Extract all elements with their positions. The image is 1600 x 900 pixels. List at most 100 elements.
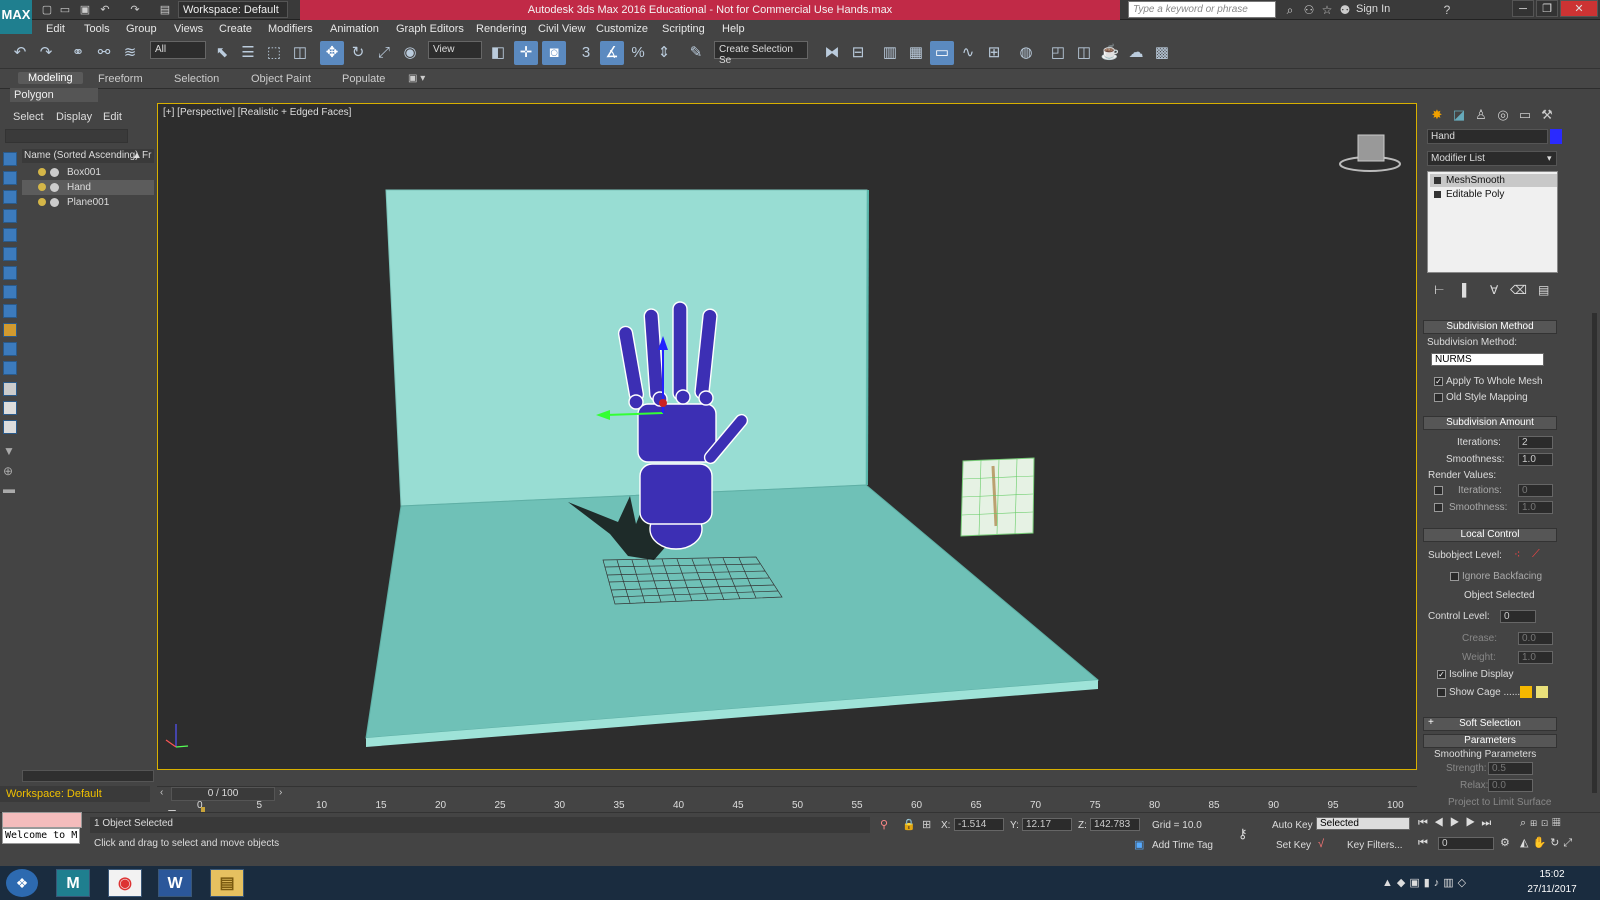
go-to-start-icon[interactable]: ⏮ xyxy=(1418,817,1434,829)
workspace-dropdown[interactable]: Workspace: Default xyxy=(178,1,288,18)
pan-icon[interactable]: ✋ xyxy=(1532,837,1550,849)
scene-explorer-toggle-icon[interactable]: ▦ xyxy=(904,41,928,65)
file-explorer-taskbar-icon[interactable]: ▤ xyxy=(210,869,244,897)
chrome-taskbar-icon[interactable]: ◉ xyxy=(108,869,142,897)
timeline-prev-icon[interactable]: ‹ xyxy=(160,787,163,798)
time-configuration-icon[interactable]: ⚙ xyxy=(1500,836,1510,849)
modifier-list-dropdown[interactable]: Modifier List xyxy=(1427,151,1557,166)
menu-scripting[interactable]: Scripting xyxy=(662,23,705,35)
redo-quick-icon[interactable]: ↷ xyxy=(128,3,142,17)
menu-create[interactable]: Create xyxy=(219,23,252,35)
prev-frame-icon[interactable]: ◀ xyxy=(1434,817,1450,829)
motion-tab-icon[interactable]: ◎ xyxy=(1494,106,1512,124)
light-bulb-icon[interactable] xyxy=(38,198,46,207)
set-key-filter-icon[interactable]: √ xyxy=(1318,838,1324,850)
zoom-all-icon[interactable]: ⊞ xyxy=(1530,817,1541,829)
open-file-icon[interactable]: ▭ xyxy=(58,3,72,17)
old-style-mapping-checkbox[interactable] xyxy=(1434,393,1443,402)
select-manipulate-icon[interactable]: ✛ xyxy=(514,41,538,65)
menu-edit[interactable]: Edit xyxy=(46,23,65,35)
zoom-extents-icon[interactable]: ⊡ xyxy=(1541,817,1552,829)
hierarchy-tab-icon[interactable]: ♙ xyxy=(1472,106,1490,124)
show-cage-checkbox[interactable] xyxy=(1437,688,1446,697)
timeline-next-icon[interactable]: › xyxy=(279,787,282,798)
rollout-subdivision-method[interactable]: Subdivision Method xyxy=(1423,320,1557,334)
keyboard-shortcut-override-icon[interactable]: ◙ xyxy=(542,41,566,65)
render-setup-icon[interactable]: ◰ xyxy=(1046,41,1070,65)
zoom-icon[interactable]: ⌕ xyxy=(1520,817,1530,829)
subscription-icon[interactable]: ⚇ xyxy=(1302,3,1316,17)
menu-graph-editors[interactable]: Graph Editors xyxy=(396,23,464,35)
apply-whole-mesh-checkbox[interactable]: ✓ xyxy=(1434,377,1443,386)
command-panel-scrollbar[interactable] xyxy=(1592,313,1597,793)
undo-icon[interactable]: ↶ xyxy=(8,41,32,65)
menu-help[interactable]: Help xyxy=(722,23,745,35)
display-bones-icon[interactable] xyxy=(3,304,17,318)
rendered-frame-window-icon[interactable]: ◫ xyxy=(1072,41,1096,65)
rollout-parameters[interactable]: Parameters xyxy=(1423,734,1557,748)
reference-coordinate-dropdown[interactable]: View xyxy=(428,41,482,59)
filter-icon[interactable]: ▼ xyxy=(3,444,15,458)
polygon-modeling-panel[interactable]: Polygon Modeling xyxy=(10,88,98,115)
edit-named-selection-icon[interactable]: ✎ xyxy=(684,41,708,65)
pin-stack-icon[interactable]: ⊢ xyxy=(1434,283,1444,297)
toggle-ribbon-icon[interactable]: ▭ xyxy=(930,41,954,65)
a360-render-icon[interactable]: ▩ xyxy=(1150,41,1174,65)
modify-tab-icon[interactable]: ◪ xyxy=(1450,106,1468,124)
time-tag-icon[interactable]: ▣ xyxy=(1134,838,1144,851)
window-crossing-icon[interactable]: ◫ xyxy=(288,41,312,65)
scene-object-row[interactable]: Hand xyxy=(22,180,154,195)
add-time-tag-button[interactable]: Add Time Tag xyxy=(1152,840,1213,851)
edge-level-icon[interactable]: ⟋ xyxy=(1532,548,1540,561)
orbit-icon[interactable]: ↻ xyxy=(1550,837,1563,849)
material-editor-icon[interactable]: ◍ xyxy=(1014,41,1038,65)
display-space-warps-icon[interactable] xyxy=(3,247,17,261)
control-level-spinner[interactable]: 0 xyxy=(1500,610,1536,623)
visibility-icon[interactable] xyxy=(50,167,59,177)
explorer-menu-edit[interactable]: Edit xyxy=(103,111,122,123)
snaps-toggle-icon[interactable]: 3 xyxy=(574,41,598,65)
unlink-icon[interactable]: ⚯ xyxy=(92,41,116,65)
3ds-max-taskbar-icon[interactable]: M xyxy=(56,869,90,897)
rollout-local-control[interactable]: Local Control xyxy=(1423,528,1557,542)
maxscript-input[interactable]: Welcome to M xyxy=(2,828,80,844)
help-icon[interactable]: ? xyxy=(1440,3,1454,17)
rollout-soft-selection[interactable]: Soft Selection xyxy=(1423,717,1557,731)
time-slider[interactable]: 0 / 100 xyxy=(171,787,275,801)
display-containers-icon[interactable] xyxy=(3,323,17,337)
keyword-search-input[interactable]: Type a keyword or phrase xyxy=(1128,1,1276,18)
current-frame-field[interactable]: 0 xyxy=(1438,837,1494,850)
user-icon[interactable]: ⚉ xyxy=(1338,3,1352,17)
minimize-button[interactable]: ─ xyxy=(1512,0,1534,17)
undo-quick-icon[interactable]: ↶ xyxy=(98,3,112,17)
scene-object-row[interactable]: Box001 xyxy=(22,165,154,180)
display-geometry-icon[interactable] xyxy=(3,152,17,166)
ribbon-tab-populate[interactable]: Populate xyxy=(342,73,385,85)
curve-editor-icon[interactable]: ∿ xyxy=(956,41,980,65)
subdivision-method-dropdown[interactable]: NURMS xyxy=(1431,353,1544,366)
align-icon[interactable]: ⊟ xyxy=(846,41,870,65)
menu-customize[interactable]: Customize xyxy=(596,23,648,35)
named-selection-dropdown[interactable]: Create Selection Se xyxy=(714,41,808,66)
render-iterations-checkbox[interactable] xyxy=(1434,486,1443,495)
key-icon[interactable]: ⚷ xyxy=(1238,826,1248,842)
key-filters-button[interactable]: Key Filters... xyxy=(1347,840,1403,851)
scene-search-input[interactable] xyxy=(5,129,128,143)
light-bulb-icon[interactable] xyxy=(38,183,46,192)
menu-civil-view[interactable]: Civil View xyxy=(538,23,585,35)
visibility-icon[interactable] xyxy=(50,197,59,207)
weight-spinner[interactable]: 1.0 xyxy=(1518,651,1553,664)
menu-group[interactable]: Group xyxy=(126,23,157,35)
word-taskbar-icon[interactable]: W xyxy=(158,869,192,897)
perspective-viewport[interactable] xyxy=(157,103,1417,770)
select-and-place-icon[interactable]: ◉ xyxy=(398,41,422,65)
selection-lock-icon[interactable]: 🔒 xyxy=(902,818,916,831)
object-color-swatch[interactable] xyxy=(1550,129,1562,144)
selection-filter-dropdown[interactable]: All xyxy=(150,41,206,59)
bind-space-warp-icon[interactable]: ≋ xyxy=(118,41,142,65)
ribbon-options-icon[interactable]: ▣ ▾ xyxy=(408,73,425,84)
ribbon-tab-selection[interactable]: Selection xyxy=(174,73,219,85)
absolute-mode-icon[interactable]: ⊞ xyxy=(922,818,931,831)
find-icon[interactable]: ⊕ xyxy=(3,464,13,478)
display-hidden-icon[interactable] xyxy=(3,361,17,375)
